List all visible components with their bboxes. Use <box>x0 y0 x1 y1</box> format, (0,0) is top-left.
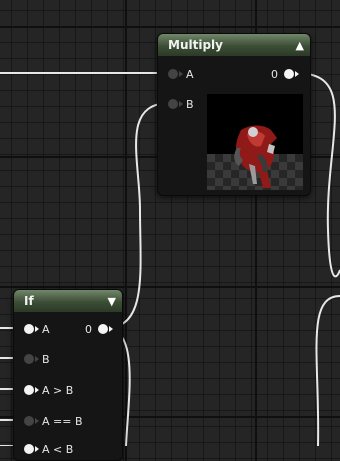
if-node-header[interactable]: If ▼ <box>14 290 122 312</box>
pin-icon[interactable] <box>24 354 39 364</box>
pin-icon[interactable] <box>24 324 39 334</box>
pin-icon[interactable] <box>168 99 183 109</box>
wire-lower-right[interactable] <box>315 295 340 446</box>
if-input-b[interactable]: B <box>24 351 50 367</box>
multiply-node[interactable]: Multiply ▲ A B 0 <box>157 33 311 196</box>
pin-label: B <box>42 352 50 366</box>
multiply-input-b[interactable]: B <box>168 96 194 112</box>
multiply-node-header[interactable]: Multiply ▲ <box>158 34 310 56</box>
multiply-output[interactable]: 0 <box>271 66 299 82</box>
pin-label: A < B <box>42 442 74 456</box>
chevron-down-icon[interactable]: ▼ <box>108 295 116 308</box>
pin-label: 0 <box>85 322 92 336</box>
pin-label: A <box>42 322 50 336</box>
pin-icon[interactable] <box>284 69 299 79</box>
pin-label: A <box>186 67 194 81</box>
if-input-a-less-b[interactable]: A < B <box>24 441 73 457</box>
multiply-input-a[interactable]: A <box>168 66 194 82</box>
pin-icon[interactable] <box>98 324 113 334</box>
multiply-node-title: Multiply <box>168 38 223 52</box>
pin-icon[interactable] <box>24 416 39 426</box>
if-node-title: If <box>24 294 34 308</box>
if-input-a-equals-b[interactable]: A == B <box>24 413 83 429</box>
character-figure-icon <box>234 125 277 188</box>
texture-preview <box>207 94 303 190</box>
pin-label: A == B <box>42 414 83 428</box>
if-input-a[interactable]: A <box>24 321 50 337</box>
if-node[interactable]: If ▼ A B A > B A == B A < B 0 <box>13 289 123 461</box>
pin-label: B <box>186 97 194 111</box>
pin-label: 0 <box>271 67 278 81</box>
if-output[interactable]: 0 <box>85 321 113 337</box>
pin-label: A > B <box>42 383 74 397</box>
chevron-up-icon[interactable]: ▲ <box>296 39 304 52</box>
if-input-a-greater-b[interactable]: A > B <box>24 382 73 398</box>
pin-icon[interactable] <box>168 69 183 79</box>
pin-icon[interactable] <box>24 385 39 395</box>
